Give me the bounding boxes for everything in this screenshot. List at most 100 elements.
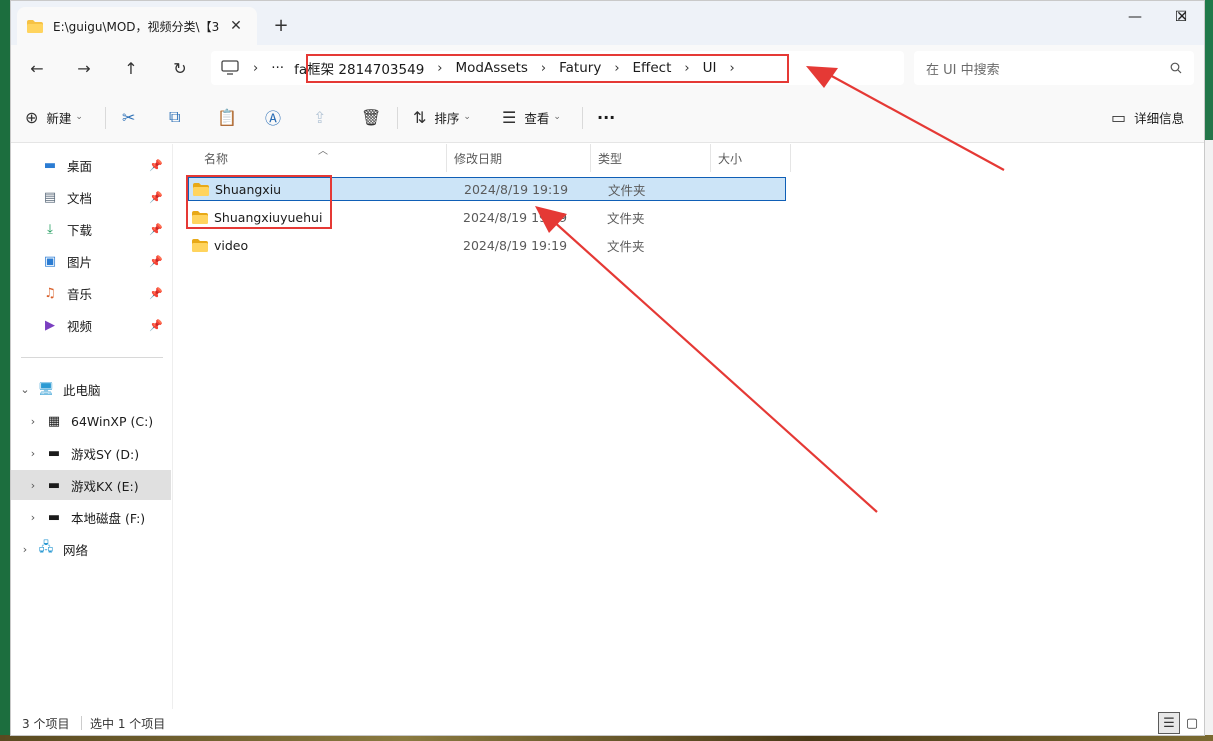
delete-button[interactable]: 🗑 bbox=[361, 103, 389, 131]
rename-button[interactable]: Ⓐ bbox=[265, 103, 289, 131]
title-bar: E:\guigu\MOD，视频分类\【3 ✕ + — ☐ bbox=[11, 1, 1204, 45]
new-tab-button[interactable]: + bbox=[269, 13, 293, 37]
sidebar-item-label: 游戏KX (E:) bbox=[71, 478, 139, 494]
chevron-right-icon[interactable]: › bbox=[27, 415, 39, 428]
chevron-down-icon: ⌄ bbox=[75, 112, 83, 122]
file-row[interactable]: Shuangxiuyuehui 2024/8/19 19:19 文件夹 bbox=[188, 205, 786, 229]
folder-icon bbox=[192, 238, 208, 252]
sidebar-item-drive-c[interactable]: › ▦ 64WinXP (C:) bbox=[11, 406, 171, 436]
address-bar[interactable]: › ··· fa框架 2814703549 › ModAssets › Fatu… bbox=[211, 51, 904, 85]
breadcrumb-separator[interactable]: › bbox=[541, 61, 546, 76]
breadcrumb-item-effect[interactable]: Effect bbox=[633, 60, 672, 76]
sidebar-item-videos[interactable]: ▶ 视频 📌 bbox=[11, 310, 171, 340]
sidebar-item-drive-f[interactable]: › ▬ 本地磁盘 (F:) bbox=[11, 502, 171, 532]
file-name: Shuangxiuyuehui bbox=[214, 209, 323, 225]
chevron-down-icon: ⌄ bbox=[553, 112, 561, 122]
file-modified: 2024/8/19 19:19 bbox=[464, 181, 569, 197]
breadcrumb-separator[interactable]: › bbox=[614, 61, 619, 76]
address-row: ← → ↑ ↻ › ··· fa框架 2814703549 › ModAsset… bbox=[11, 45, 1204, 91]
desktop-icon: ▬ bbox=[43, 157, 57, 173]
sidebar-item-documents[interactable]: ▤ 文档 📌 bbox=[11, 182, 171, 212]
paste-button[interactable]: 📋 bbox=[217, 103, 245, 131]
search-input[interactable]: 在 UI 中搜索 bbox=[914, 51, 1194, 85]
pin-icon[interactable]: 📌 bbox=[149, 191, 163, 204]
divider bbox=[582, 107, 583, 129]
drive-icon: ▬ bbox=[47, 509, 61, 525]
copy-button[interactable]: ⧉ bbox=[169, 103, 188, 131]
pin-icon[interactable]: 📌 bbox=[149, 223, 163, 236]
network-icon: 🖧 bbox=[38, 540, 54, 555]
pin-icon[interactable]: 📌 bbox=[149, 159, 163, 172]
sidebar-item-label: 文档 bbox=[67, 190, 93, 206]
file-type: 文件夹 bbox=[608, 182, 646, 198]
column-header-type[interactable]: 类型 bbox=[590, 144, 710, 172]
sidebar-item-network[interactable]: › 🖧 网络 bbox=[11, 534, 171, 564]
details-view-icon[interactable]: ☰ bbox=[1158, 712, 1180, 734]
sidebar-item-downloads[interactable]: ⤓ 下载 📌 bbox=[11, 214, 171, 244]
file-row[interactable]: Shuangxiu 2024/8/19 19:19 文件夹 bbox=[188, 177, 786, 201]
pin-icon[interactable]: 📌 bbox=[149, 255, 163, 268]
minimize-button[interactable]: — bbox=[1112, 1, 1158, 33]
tab-close-icon[interactable]: ✕ bbox=[225, 15, 247, 37]
breadcrumb-separator[interactable]: › bbox=[253, 61, 258, 76]
folder-icon bbox=[27, 19, 43, 33]
file-explorer-window: E:\guigu\MOD，视频分类\【3 ✕ + — ☐ ✕ ← → ↑ ↻ ›… bbox=[10, 0, 1205, 736]
refresh-icon[interactable]: ↻ bbox=[166, 55, 194, 81]
sidebar-item-pictures[interactable]: ▣ 图片 📌 bbox=[11, 246, 171, 276]
chevron-right-icon[interactable]: › bbox=[27, 447, 39, 460]
file-row[interactable]: video 2024/8/19 19:19 文件夹 bbox=[188, 233, 786, 257]
sidebar-item-drive-d[interactable]: › ▬ 游戏SY (D:) bbox=[11, 438, 171, 468]
file-name: Shuangxiu bbox=[215, 181, 282, 197]
chevron-right-icon[interactable]: › bbox=[27, 511, 39, 524]
forward-arrow-icon[interactable]: → bbox=[70, 55, 98, 81]
close-button[interactable]: ✕ bbox=[1159, 1, 1204, 33]
pin-icon[interactable]: 📌 bbox=[149, 319, 163, 332]
column-header-size[interactable]: 大小 bbox=[710, 144, 790, 172]
file-name: video bbox=[214, 237, 249, 253]
breadcrumb-separator[interactable]: › bbox=[729, 61, 734, 76]
computer-icon[interactable] bbox=[221, 60, 239, 76]
details-pane-icon: ▭ bbox=[1111, 107, 1127, 127]
chevron-right-icon[interactable]: › bbox=[27, 479, 39, 492]
details-pane-button[interactable]: ▭ 详细信息 bbox=[1111, 103, 1184, 131]
sidebar-item-label: 本地磁盘 (F:) bbox=[71, 510, 146, 526]
view-button[interactable]: ☰ 查看 ⌄ bbox=[502, 103, 561, 131]
pin-icon[interactable]: 📌 bbox=[149, 287, 163, 300]
sidebar-item-this-pc[interactable]: ⌄ 🖥 此电脑 bbox=[11, 374, 171, 404]
sidebar-item-music[interactable]: ♫ 音乐 📌 bbox=[11, 278, 171, 308]
paste-icon: 📋 bbox=[217, 107, 237, 127]
item-count: 3 个项目 bbox=[22, 716, 70, 731]
trash-icon: 🗑 bbox=[361, 107, 382, 127]
breadcrumb-item-fa[interactable]: fa框架 2814703549 bbox=[294, 58, 424, 78]
column-header-name[interactable]: 名称 bbox=[196, 144, 446, 172]
details-label: 详细信息 bbox=[1134, 110, 1185, 126]
breadcrumb-overflow[interactable]: ··· bbox=[271, 60, 284, 76]
column-header-modified[interactable]: 修改日期 bbox=[446, 144, 590, 172]
breadcrumb-separator[interactable]: › bbox=[684, 61, 689, 76]
up-arrow-icon[interactable]: ↑ bbox=[117, 55, 145, 81]
new-button[interactable]: ⊕ 新建 ⌄ bbox=[25, 103, 83, 131]
explorer-tab[interactable]: E:\guigu\MOD，视频分类\【3 ✕ bbox=[17, 7, 257, 45]
divider bbox=[397, 107, 398, 129]
back-arrow-icon[interactable]: ← bbox=[23, 55, 51, 81]
chevron-right-icon[interactable]: › bbox=[19, 543, 31, 556]
sidebar-item-drive-e[interactable]: › ▬ 游戏KX (E:) bbox=[11, 470, 171, 500]
tiles-view-icon[interactable]: ▢ bbox=[1181, 712, 1203, 734]
breadcrumb-separator[interactable]: › bbox=[437, 61, 442, 76]
more-options-button[interactable]: ··· bbox=[597, 103, 615, 131]
share-button[interactable]: ⇪ bbox=[313, 103, 334, 131]
search-icon bbox=[1170, 62, 1182, 74]
sort-button[interactable]: ⇅ 排序 ⌄ bbox=[413, 103, 471, 131]
file-modified: 2024/8/19 19:19 bbox=[463, 237, 568, 253]
sidebar-item-desktop[interactable]: ▬ 桌面 📌 bbox=[11, 150, 171, 180]
breadcrumb-item-fatury[interactable]: Fatury bbox=[559, 60, 601, 76]
windows-drive-icon: ▦ bbox=[47, 413, 61, 429]
sort-icon: ⇅ bbox=[413, 107, 427, 127]
column-divider[interactable] bbox=[790, 144, 791, 172]
breadcrumb-item-ui[interactable]: UI bbox=[703, 60, 717, 76]
selected-count: 选中 1 个项目 bbox=[90, 716, 166, 731]
chevron-down-icon[interactable]: ⌄ bbox=[19, 383, 31, 396]
tab-title: E:\guigu\MOD，视频分类\【3 bbox=[53, 19, 220, 34]
breadcrumb-item-modassets[interactable]: ModAssets bbox=[456, 60, 528, 76]
cut-button[interactable]: ✂ bbox=[122, 103, 143, 131]
